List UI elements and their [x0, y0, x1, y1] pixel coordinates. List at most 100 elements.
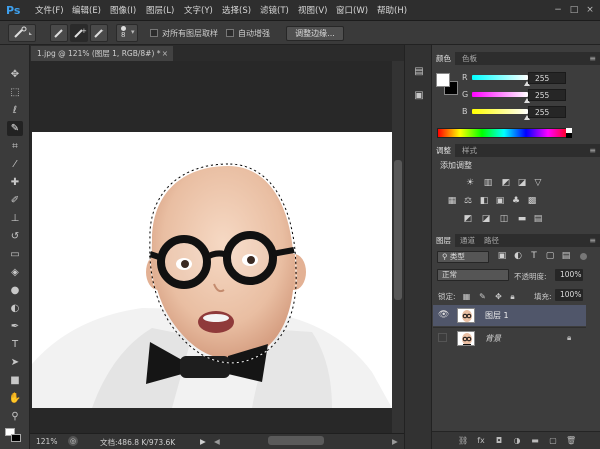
filter-adjustment-icon[interactable]: ◐	[512, 251, 524, 262]
green-slider[interactable]	[472, 92, 528, 97]
clone-stamp-tool-icon[interactable]: ⊥	[7, 211, 23, 226]
channel-mixer-icon[interactable]: ♣	[510, 196, 522, 207]
adjustments-menu-icon[interactable]: ≡	[589, 144, 596, 157]
blur-tool-icon[interactable]: ●	[7, 283, 23, 298]
image-canvas[interactable]	[32, 132, 392, 408]
filter-pixel-icon[interactable]: ▣	[496, 251, 508, 262]
gradient-map-icon[interactable]: ▬	[516, 214, 528, 225]
paint-bucket-tool-icon[interactable]: ◈	[7, 265, 23, 280]
filter-shape-icon[interactable]: ▢	[544, 251, 556, 262]
menu-layer[interactable]: 图层(L)	[146, 4, 174, 16]
tool-preset-picker[interactable]	[8, 24, 36, 42]
status-menu-arrow-icon[interactable]: ▶	[200, 437, 206, 446]
history-panel-icon[interactable]: ▤	[412, 65, 426, 79]
horizontal-scroll-thumb[interactable]	[268, 436, 324, 445]
background-color-swatch[interactable]	[11, 434, 21, 442]
minimize-button[interactable]: −	[552, 4, 564, 16]
delete-layer-icon[interactable]: 🗑︎	[566, 436, 576, 446]
curves-icon[interactable]: ◩	[500, 178, 512, 189]
color-lookup-icon[interactable]: ▩	[526, 196, 538, 207]
menu-view[interactable]: 视图(V)	[298, 4, 327, 16]
document-tab[interactable]: 1.jpg @ 121% (图层 1, RGB/8#) * ×	[31, 46, 173, 61]
color-balance-icon[interactable]: ⚖	[462, 196, 474, 207]
tab-channels[interactable]: 通道	[456, 234, 479, 247]
move-tool-icon[interactable]: ✥	[7, 67, 23, 82]
subtract-from-selection-button[interactable]: -	[90, 24, 108, 42]
marquee-tool-icon[interactable]: ⬚	[7, 85, 23, 100]
tab-styles[interactable]: 样式	[458, 144, 481, 157]
layer-name[interactable]: 图层 1	[485, 310, 509, 321]
visibility-toggle[interactable]	[438, 333, 447, 342]
path-selection-tool-icon[interactable]: ➤	[7, 355, 23, 370]
pen-tool-icon[interactable]: ✒	[7, 319, 23, 334]
panel-menu-icon[interactable]: ≡	[589, 52, 596, 65]
eye-icon[interactable]: 👁︎	[438, 310, 449, 320]
posterize-icon[interactable]: ◪	[480, 214, 492, 225]
opacity-field[interactable]: 100%	[555, 269, 583, 281]
color-foreground-swatch[interactable]	[436, 73, 450, 87]
invert-icon[interactable]: ◩	[462, 214, 474, 225]
layer-filter-kind-select[interactable]: ⚲ 类型	[437, 251, 489, 263]
layers-menu-icon[interactable]: ≡	[589, 234, 596, 247]
brush-size-picker[interactable]: 8 ▾	[116, 24, 138, 42]
tab-layers[interactable]: 图层	[432, 234, 455, 247]
new-layer-icon[interactable]: ▢	[548, 436, 558, 446]
sample-all-layers-checkbox[interactable]	[150, 29, 158, 37]
filter-smart-object-icon[interactable]: ▤	[560, 251, 572, 262]
quick-selection-tool-icon[interactable]: ✎	[7, 121, 23, 136]
lock-transparent-icon[interactable]: ▦	[462, 292, 471, 301]
menu-window[interactable]: 窗口(W)	[336, 4, 368, 16]
photo-filter-icon[interactable]: ▣	[494, 196, 506, 207]
layer-name[interactable]: 背景	[485, 333, 501, 344]
levels-icon[interactable]: ▥	[482, 178, 494, 189]
fill-field[interactable]: 100%	[555, 289, 583, 301]
layer-row-background[interactable]: 背景 🔒︎	[433, 327, 586, 348]
lasso-tool-icon[interactable]: ℓ	[7, 103, 23, 118]
auto-enhance-checkbox[interactable]	[226, 29, 234, 37]
selective-color-icon[interactable]: ▤	[532, 214, 544, 225]
close-window-button[interactable]: ×	[584, 4, 596, 16]
menu-image[interactable]: 图像(I)	[110, 4, 136, 16]
type-tool-icon[interactable]: T	[7, 337, 23, 352]
menu-help[interactable]: 帮助(H)	[377, 4, 407, 16]
eyedropper-tool-icon[interactable]: ⁄	[7, 157, 23, 172]
new-adjustment-layer-icon[interactable]: ◑	[512, 436, 522, 446]
spectrum-black-swatch[interactable]	[566, 133, 572, 138]
vertical-scroll-thumb[interactable]	[394, 160, 402, 300]
status-info-icon[interactable]: ◎	[68, 436, 78, 446]
eraser-tool-icon[interactable]: ▭	[7, 247, 23, 262]
lock-pixels-icon[interactable]: ✎	[478, 292, 487, 301]
tab-paths[interactable]: 路径	[480, 234, 503, 247]
scroll-left-icon[interactable]: ◀	[214, 437, 220, 446]
add-to-selection-button[interactable]: +	[70, 24, 88, 42]
black-white-icon[interactable]: ◧	[478, 196, 490, 207]
dodge-tool-icon[interactable]: ◐	[7, 301, 23, 316]
layer-row-layer-1[interactable]: 👁︎ 图层 1	[433, 305, 586, 326]
tab-color[interactable]: 颜色	[432, 52, 455, 65]
close-tab-icon[interactable]: ×	[162, 46, 168, 61]
filter-type-icon[interactable]: T	[528, 251, 540, 262]
brush-tool-icon[interactable]: ✐	[7, 193, 23, 208]
tab-adjustments[interactable]: 调整	[432, 144, 455, 157]
refine-edge-button[interactable]: 调整边缘...	[286, 26, 344, 41]
brightness-contrast-icon[interactable]: ☀	[464, 178, 476, 189]
link-layers-icon[interactable]: ⛓︎	[458, 436, 468, 446]
new-selection-button[interactable]	[50, 24, 68, 42]
blend-mode-select[interactable]: 正常	[437, 269, 509, 281]
layer-style-icon[interactable]: fx	[476, 436, 486, 446]
menu-file[interactable]: 文件(F)	[35, 4, 64, 16]
maximize-button[interactable]: □	[568, 4, 580, 16]
crop-tool-icon[interactable]: ⌗	[7, 139, 23, 154]
scroll-right-icon[interactable]: ▶	[392, 437, 398, 446]
lock-all-icon[interactable]: 🔒︎	[508, 292, 517, 301]
blue-slider[interactable]	[472, 109, 528, 114]
color-spectrum-bar[interactable]	[437, 128, 571, 138]
add-mask-icon[interactable]: ◘	[494, 436, 504, 446]
menu-filter[interactable]: 滤镜(T)	[260, 4, 289, 16]
menu-type[interactable]: 文字(Y)	[184, 4, 213, 16]
hand-tool-icon[interactable]: ✋	[7, 391, 23, 406]
zoom-tool-icon[interactable]: ⚲	[7, 409, 23, 424]
hue-saturation-icon[interactable]: ▦	[446, 196, 458, 207]
green-value-field[interactable]: 255	[528, 89, 566, 101]
red-value-field[interactable]: 255	[528, 72, 566, 84]
